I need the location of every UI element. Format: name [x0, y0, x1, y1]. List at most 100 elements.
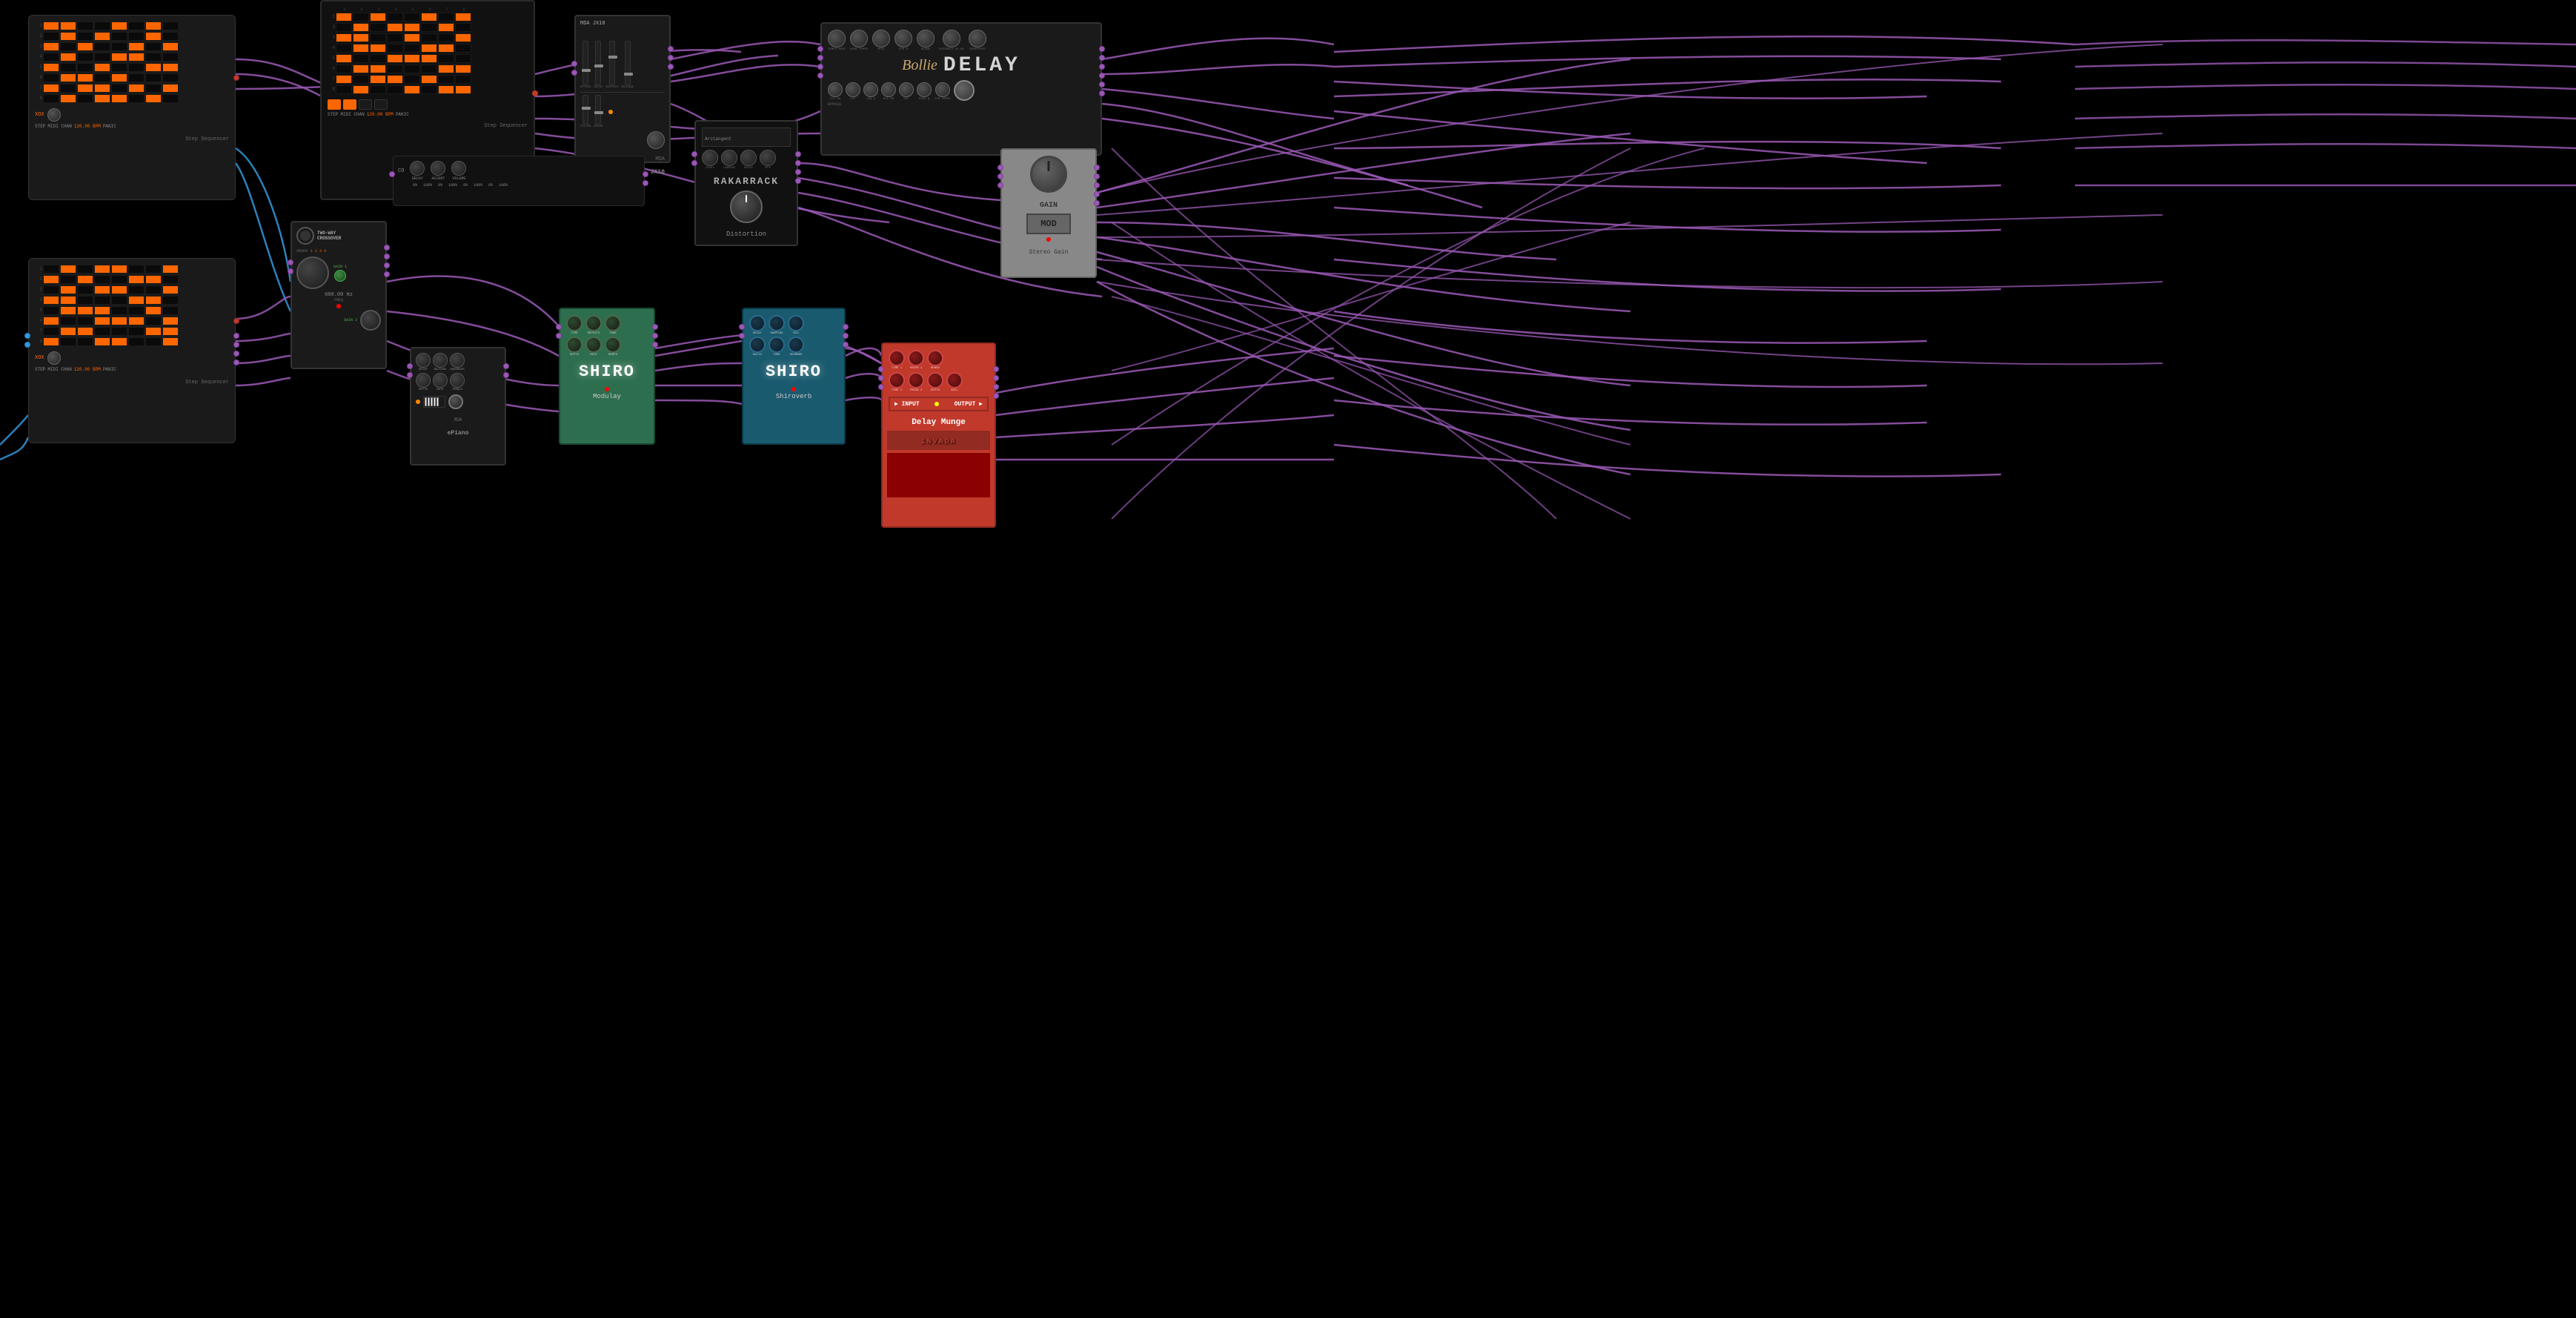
- rack-mix[interactable]: [760, 150, 776, 166]
- jx10-decay: DECAY: [594, 86, 602, 89]
- delay-knob-hcf[interactable]: [899, 82, 914, 97]
- sg-port-l3: [997, 182, 1003, 188]
- panic-lg[interactable]: PANIC: [396, 112, 409, 117]
- seq-step[interactable]: [111, 21, 127, 30]
- epiano-port-l1: [407, 363, 413, 369]
- jx10-knob[interactable]: [647, 131, 665, 149]
- munge-depth[interactable]: [927, 372, 943, 388]
- delay-knob-highq[interactable]: [917, 82, 932, 97]
- modulay-time[interactable]: [566, 315, 582, 331]
- reverb-damping[interactable]: [769, 315, 785, 331]
- sg-port-r4: [1094, 191, 1100, 197]
- btn-dark-1[interactable]: [359, 99, 372, 110]
- tempo-knob[interactable]: [47, 108, 61, 122]
- delay-knob-1[interactable]: [828, 30, 846, 47]
- delay-knob-7[interactable]: [969, 30, 986, 47]
- synth-accent-knob[interactable]: [431, 161, 445, 176]
- munge-port-r4: [993, 393, 999, 399]
- epiano-depth[interactable]: [416, 373, 431, 388]
- gain-knob[interactable]: [1030, 156, 1067, 193]
- seq-step[interactable]: [128, 21, 145, 30]
- delay-knob-hcf-on[interactable]: [881, 82, 896, 97]
- delay-knob-2[interactable]: [850, 30, 868, 47]
- reverb-decay[interactable]: [749, 315, 766, 331]
- delay-knob-5[interactable]: [917, 30, 935, 47]
- mda-jx10: MDA JX10 ATTACK DECAY SUSTAIN RELEASE: [574, 15, 671, 163]
- modulay-morph[interactable]: [605, 337, 621, 353]
- modulay-depth[interactable]: [566, 337, 582, 353]
- munge-feedb1[interactable]: [908, 350, 924, 366]
- two-way-crossover: TWO-WAYCROSSOVER ORDER 1 2 3 4 GAIN 1 60…: [291, 221, 387, 369]
- epiano-rate[interactable]: [433, 373, 448, 388]
- modulay-led: [605, 387, 609, 391]
- modulay-rate[interactable]: [585, 337, 602, 353]
- rack-lowpass[interactable]: [721, 150, 737, 166]
- seq-step[interactable]: [60, 21, 76, 30]
- delay-port-l1: [817, 46, 823, 52]
- rack-drive[interactable]: [740, 150, 757, 166]
- jx10-model: JX10: [651, 169, 665, 176]
- tempo-knob-bot[interactable]: [47, 351, 61, 365]
- step-label-lg: STEP: [328, 112, 338, 117]
- epiano-hardness[interactable]: [450, 353, 465, 368]
- xover-port-l2: [288, 268, 293, 274]
- seq-row-2: 2: [35, 32, 229, 41]
- rakarrack-distortion: Arctangent LEVEL LOWPASS DRIVE MIX RAKAR…: [694, 120, 798, 246]
- rack-level[interactable]: [702, 150, 718, 166]
- seq-step[interactable]: [43, 21, 59, 30]
- delay-port-l4: [817, 73, 823, 79]
- rack-main-knob[interactable]: [730, 191, 763, 223]
- delay-knob-4[interactable]: [894, 30, 912, 47]
- btn-dark-2[interactable]: [374, 99, 388, 110]
- seq-step[interactable]: [162, 21, 179, 30]
- munge-munge[interactable]: [927, 350, 943, 366]
- tap-button[interactable]: [954, 80, 975, 101]
- seq-step[interactable]: [77, 21, 93, 30]
- step-seq-bot-title: Step Sequencer: [185, 380, 229, 385]
- xox-label: XOX: [35, 112, 44, 118]
- shiro-modulay: TIME REPEATS TONE DEPTH RATE MORPH SHIRO…: [559, 308, 655, 445]
- crossover-main-knob[interactable]: [296, 256, 329, 289]
- xover-port-r1: [384, 245, 390, 251]
- xover-port-r3: [384, 262, 390, 268]
- jx10-port-l2: [571, 70, 577, 76]
- delay-knob-3[interactable]: [872, 30, 890, 47]
- delay-knob-lowg[interactable]: [863, 82, 878, 97]
- rack-port-r2: [795, 160, 801, 166]
- delay-knob-lcf[interactable]: [846, 82, 860, 97]
- munge-time1[interactable]: [889, 350, 905, 366]
- delay-munge-title: Delay Munge: [912, 418, 966, 427]
- gain2-knob[interactable]: [360, 310, 381, 331]
- btn-orange-2[interactable]: [343, 99, 356, 110]
- reverb-mix[interactable]: [788, 315, 804, 331]
- epiano-release[interactable]: [433, 353, 448, 368]
- munge-bail[interactable]: [946, 372, 963, 388]
- btn-orange-1[interactable]: [328, 99, 341, 110]
- epiano-decay[interactable]: [416, 353, 431, 368]
- delay-munge: TIME 1 FEEDB 1 MUNGE TIME 2 FEEDB 2 DEPT…: [881, 342, 996, 528]
- jx10-filter: FILTER: [580, 125, 591, 128]
- panic-bot[interactable]: PANIC: [103, 367, 116, 372]
- modulay-tone[interactable]: [605, 315, 621, 331]
- munge-time2[interactable]: [889, 372, 905, 388]
- panic-button[interactable]: PANIC: [103, 124, 116, 129]
- delay-knob-lcf-on[interactable]: [828, 82, 843, 97]
- synth-volume-knob[interactable]: [451, 161, 466, 176]
- epiano-vol-knob[interactable]: [448, 394, 463, 409]
- delay-knob-6[interactable]: [943, 30, 960, 47]
- epiano-treble[interactable]: [450, 373, 465, 388]
- seq-step[interactable]: [145, 21, 162, 30]
- synth-decay-knob[interactable]: [410, 161, 425, 176]
- delay-knob-curtempo[interactable]: [935, 82, 950, 97]
- sg-port-r3: [1094, 182, 1100, 188]
- gain1-knob[interactable]: [334, 270, 346, 282]
- modulay-repeats[interactable]: [585, 315, 602, 331]
- delay-port-r5: [1099, 82, 1105, 87]
- reverb-tone[interactable]: [769, 337, 785, 353]
- rakarrack-title: RAKARRACK: [714, 176, 779, 187]
- seq-step[interactable]: [94, 21, 110, 30]
- munge-feedb2[interactable]: [908, 372, 924, 388]
- modulay-port-r1: [652, 324, 658, 330]
- reverb-ratio[interactable]: [749, 337, 766, 353]
- reverb-shimmer[interactable]: [788, 337, 804, 353]
